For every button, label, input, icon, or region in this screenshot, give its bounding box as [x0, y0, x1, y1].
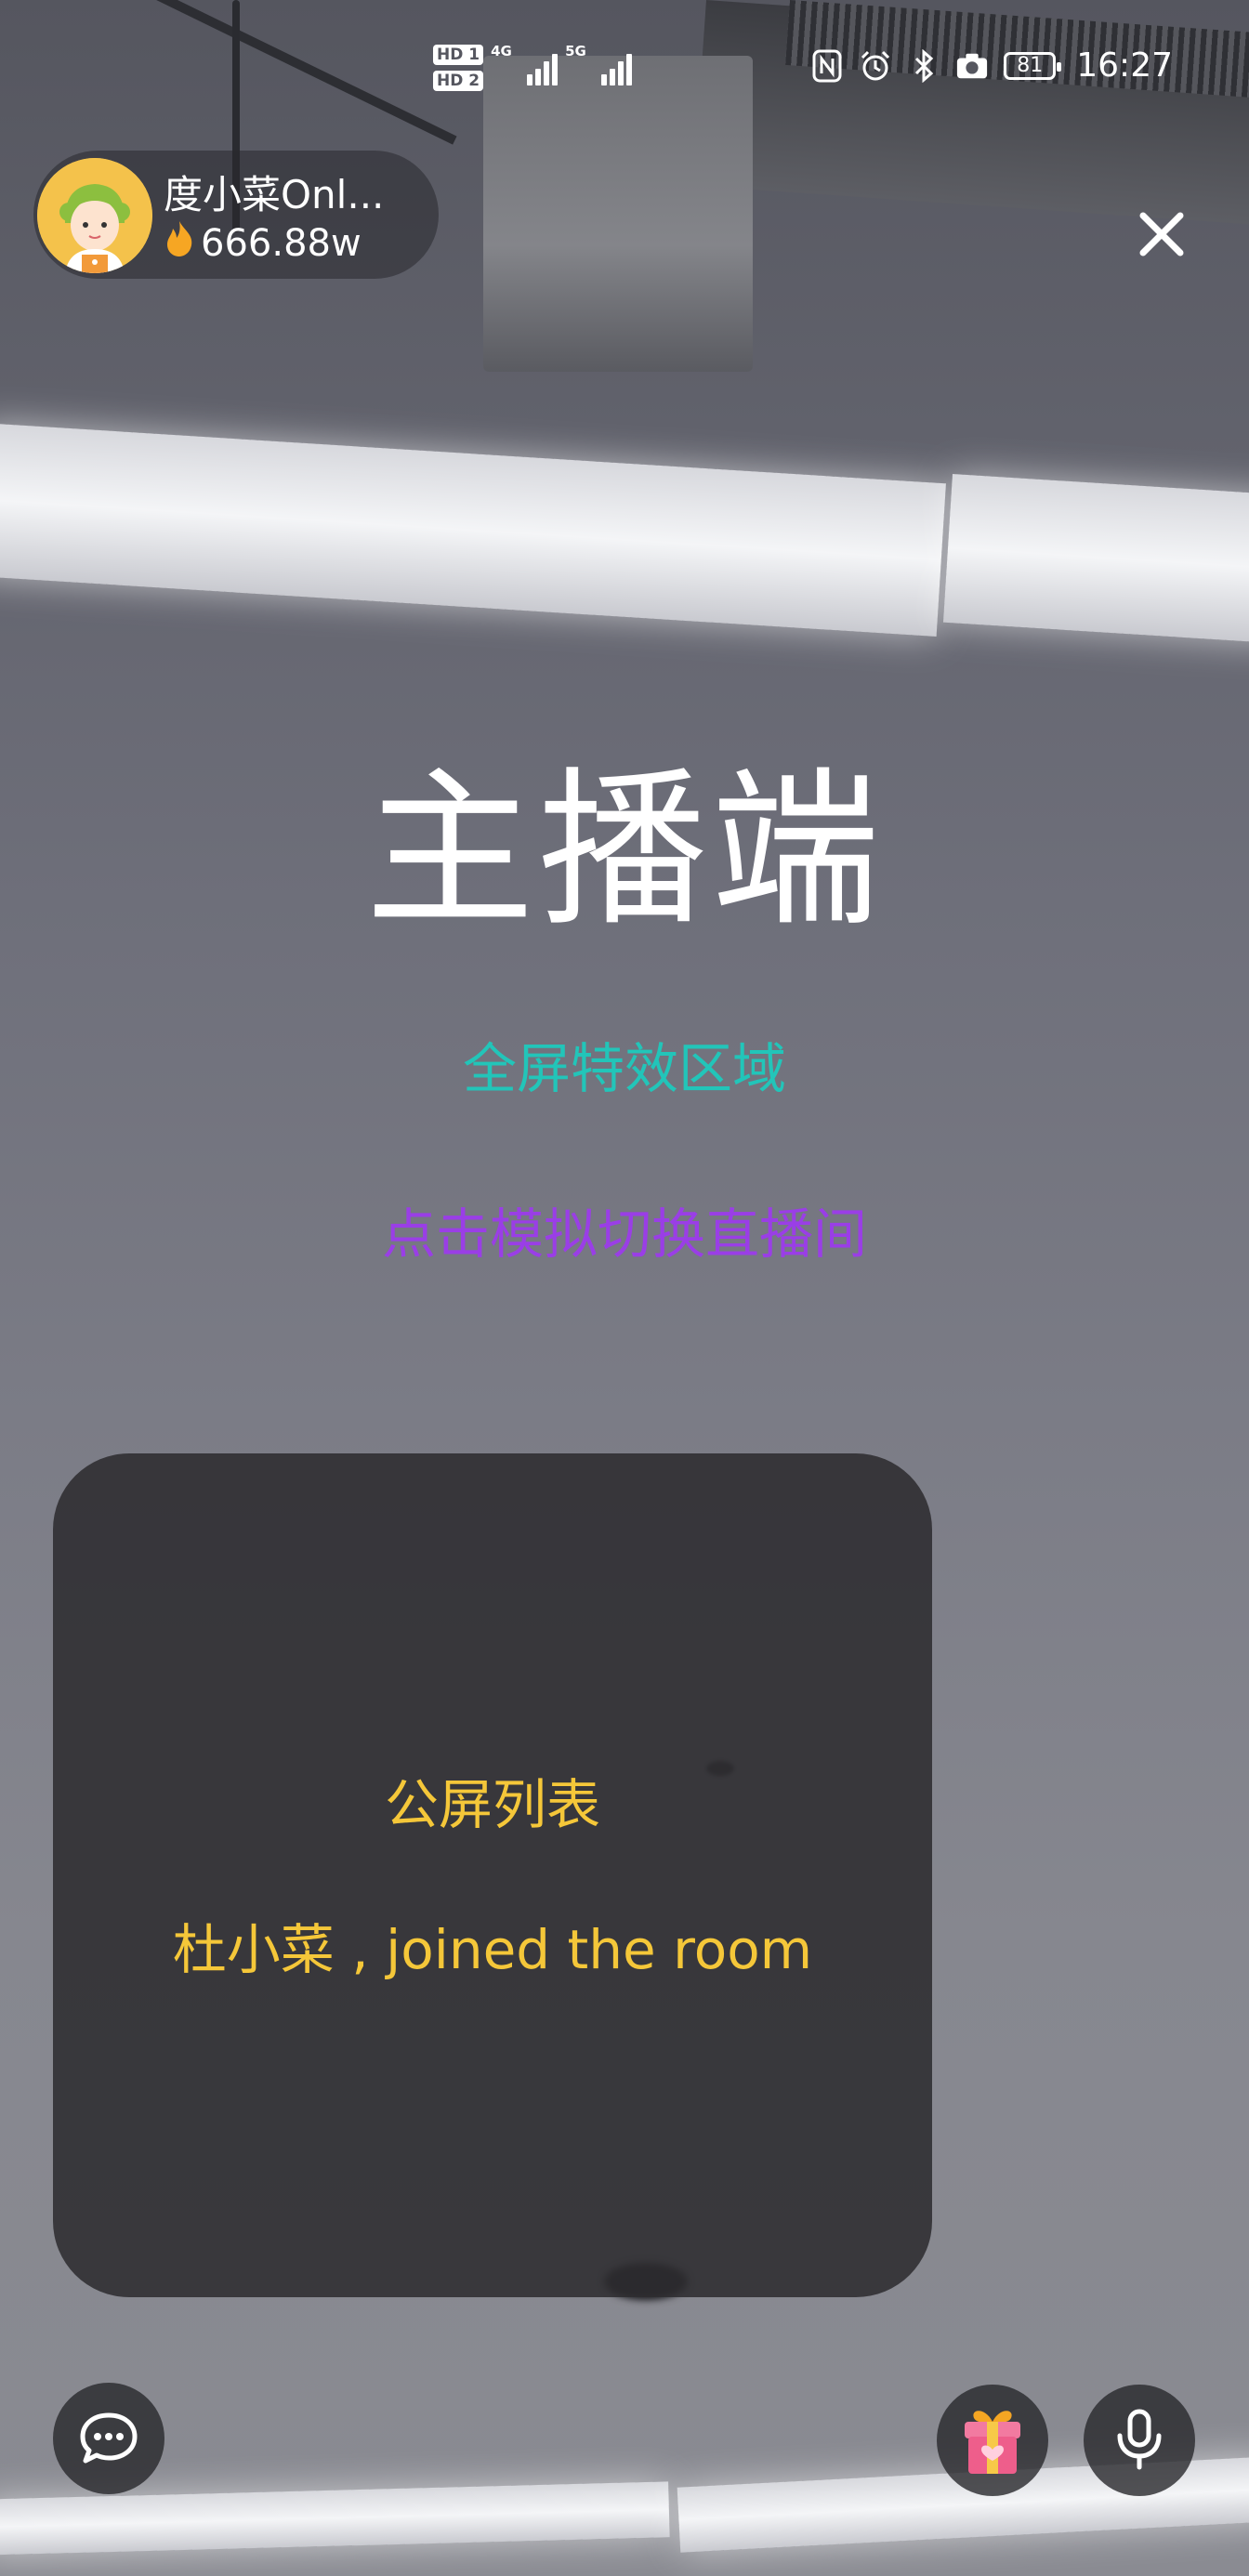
gift-button[interactable]	[937, 2385, 1048, 2496]
fullscreen-effect-area-label: 全屏特效区域	[462, 1037, 786, 1100]
close-icon	[1139, 212, 1184, 256]
network-type-sim1: 4G	[491, 43, 512, 59]
nfc-icon	[810, 49, 844, 83]
microphone-icon	[1117, 2409, 1162, 2470]
chat-panel-title: 公屏列表	[384, 1773, 600, 1836]
ceiling-light	[0, 423, 946, 637]
page-title: 主播端	[365, 752, 884, 949]
battery-indicator: 81	[1004, 51, 1062, 80]
signal-sim2-icon: 5G	[565, 43, 633, 85]
sim-signal-group: HD 1 HD 2 4G 5G	[433, 43, 633, 91]
status-time: 16:27	[1076, 46, 1173, 85]
hd-sim1-badge: HD 1	[433, 45, 484, 65]
status-bar: HD 1 HD 2 4G 5G 81 16:27	[0, 37, 1249, 112]
alarm-icon	[859, 49, 892, 83]
ceiling-light	[942, 474, 1249, 644]
chat-button[interactable]	[53, 2383, 164, 2494]
fire-icon	[164, 219, 195, 268]
status-indicators: 81 16:27	[810, 46, 1173, 85]
bluetooth-icon	[907, 48, 940, 83]
switch-room-button[interactable]: 点击模拟切换直播间	[0, 1197, 1249, 1271]
signal-sim1-icon: 4G	[491, 43, 559, 85]
battery-level: 81	[1017, 54, 1044, 77]
hd-sim2-badge: HD 2	[433, 71, 484, 91]
gift-icon	[965, 2411, 1020, 2474]
public-chat-panel[interactable]: 公屏列表 杜小菜 , joined the room	[53, 1453, 932, 2297]
close-button[interactable]	[1134, 206, 1190, 262]
host-avatar[interactable]	[37, 158, 152, 273]
camera-icon	[955, 49, 989, 83]
live-room-screen: HD 1 HD 2 4G 5G 81 16:27 度小菜Onl... 666.8…	[0, 0, 1249, 2576]
host-heat-count: 666.88w	[164, 219, 362, 268]
chat-message: 杜小菜 , joined the room	[172, 1918, 813, 1981]
microphone-button[interactable]	[1084, 2385, 1195, 2496]
chat-bubble-icon	[80, 2412, 138, 2464]
host-heat-value: 666.88w	[201, 222, 362, 265]
network-type-sim2: 5G	[565, 43, 586, 59]
host-info-card[interactable]: 度小菜Onl... 666.88w	[33, 151, 439, 279]
host-name: 度小菜Onl...	[164, 172, 385, 217]
